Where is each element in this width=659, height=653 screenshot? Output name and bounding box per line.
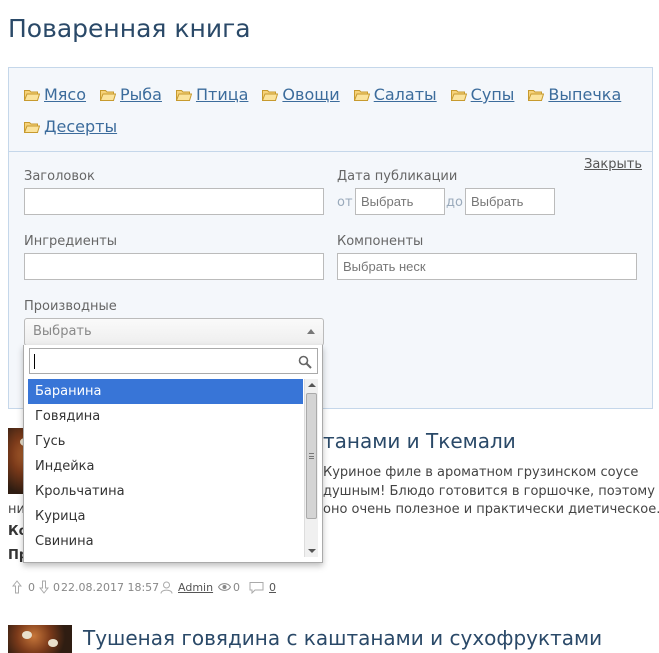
search-icon (298, 354, 312, 373)
folder-icon (24, 89, 40, 101)
category-label: Мясо (44, 85, 87, 104)
derivatives-select-value: Выбрать (33, 324, 92, 339)
components-input[interactable] (337, 253, 637, 280)
folder-icon (528, 89, 545, 101)
category-label: Выпечка (548, 85, 622, 104)
thumb-down-icon[interactable] (38, 580, 50, 599)
ingredients-label: Ингредиенты (24, 234, 118, 249)
category-link[interactable]: Рыба (100, 82, 162, 114)
category-link[interactable]: Выпечка (528, 82, 621, 114)
dropdown-option[interactable]: Крольчатина (28, 479, 303, 504)
publish-date: 22.08.2017 18:57 (61, 581, 160, 594)
recipe-desc-line: оно очень полезное и практически диетиче… (323, 502, 659, 517)
dropdown-option[interactable]: Говядина (28, 404, 303, 429)
date-to-label: до (446, 195, 463, 210)
date-label: Дата публикации (337, 169, 458, 184)
recipe-title[interactable]: танами и Ткемали (323, 429, 516, 453)
category-link[interactable]: Десерты (24, 114, 117, 146)
recipe-thumbnail[interactable] (8, 625, 72, 653)
category-link[interactable]: Супы (450, 82, 515, 114)
category-link[interactable]: Овощи (262, 82, 340, 114)
author-link[interactable]: Admin (178, 580, 213, 596)
category-label: Птица (195, 85, 249, 104)
recipe-desc-line: душным! Блюдо готовится в горшочке, поэт… (323, 484, 655, 499)
category-link[interactable]: Салаты (353, 82, 437, 114)
upvote-count: 0 (28, 581, 35, 594)
page-title: Поваренная книга (8, 14, 251, 43)
caret-up-icon (307, 329, 315, 334)
dropdown-option[interactable]: Гусь (28, 429, 303, 454)
date-from-label: от (337, 195, 353, 210)
folder-icon (100, 89, 117, 101)
divider (9, 151, 652, 152)
folder-icon (175, 89, 192, 101)
recipe-title[interactable]: Тушеная говядина с каштанами и сухофрукт… (83, 626, 602, 650)
folder-icon (262, 89, 279, 101)
user-icon (160, 581, 173, 599)
ingredients-input[interactable] (24, 253, 324, 280)
derivatives-dropdown: Баранина Говядина Гусь Индейка Крольчатина Ку… (23, 345, 323, 563)
close-link[interactable]: Закрыть (584, 157, 642, 172)
category-link[interactable]: Птица (175, 82, 249, 114)
comment-icon[interactable] (249, 581, 264, 599)
dropdown-options: Баранина Говядина Гусь Индейка Крольчатина Ку… (28, 379, 303, 554)
views-count: 0 (233, 581, 240, 594)
text-cursor (34, 354, 35, 369)
dropdown-option[interactable]: Баранина (28, 379, 303, 404)
scrollbar-thumb[interactable] (306, 393, 317, 519)
title-input[interactable] (24, 188, 324, 215)
folder-icon (353, 89, 370, 101)
recipe-desc-line: Куриное филе в ароматном грузинском соус… (323, 465, 639, 480)
dropdown-search-input[interactable] (30, 349, 280, 373)
category-list: Мясо Рыба Птица Овощи Салаты Супы Выпечка Десер… (24, 82, 644, 146)
comments-link[interactable]: 0 (269, 580, 276, 596)
dropdown-option[interactable]: Курица (28, 504, 303, 529)
category-label: Десерты (44, 117, 118, 136)
category-label: Овощи (282, 85, 340, 104)
category-label: Супы (470, 85, 515, 104)
dropdown-option[interactable]: Индейка (28, 454, 303, 479)
date-to-input[interactable] (465, 188, 555, 215)
dropdown-option[interactable]: Свинина (28, 529, 303, 554)
derivatives-select[interactable]: Выбрать (24, 318, 324, 346)
category-label: Салаты (373, 85, 437, 104)
derivatives-label: Производные (24, 299, 117, 314)
folder-icon (450, 89, 467, 101)
components-label: Компоненты (337, 234, 424, 249)
dropdown-scrollbar[interactable] (304, 379, 318, 557)
downvote-count: 0 (53, 581, 60, 594)
folder-icon (24, 121, 40, 133)
date-from-input[interactable] (355, 188, 445, 215)
category-link[interactable]: Мясо (24, 82, 86, 114)
eye-icon (217, 581, 232, 598)
title-label: Заголовок (24, 169, 95, 184)
scroll-up-icon[interactable] (308, 383, 316, 387)
scroll-down-icon[interactable] (308, 549, 316, 553)
thumb-up-icon[interactable] (11, 580, 23, 599)
category-label: Рыба (120, 85, 162, 104)
dropdown-search-field[interactable] (29, 348, 318, 374)
